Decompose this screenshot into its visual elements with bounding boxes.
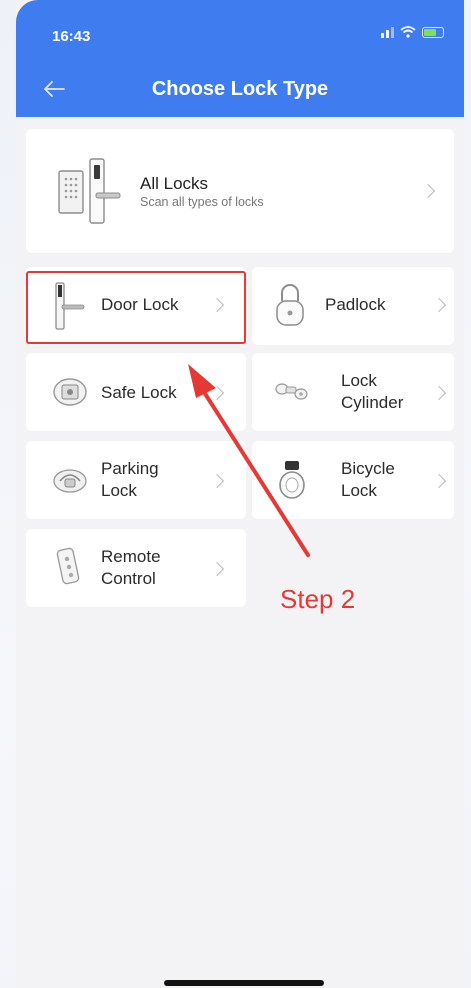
door-lock-card[interactable]: Door Lock [26,267,246,345]
page-title: Choose Lock Type [151,78,329,100]
all-locks-subtitle: Scan all types of locks [140,195,264,209]
step-2-label: Step 2 [280,584,356,614]
wifi-icon [400,26,416,38]
home-indicator [164,980,324,986]
safe-lock-icon [53,378,87,406]
safe-lock-card[interactable]: Safe Lock [26,353,246,431]
remote-control-label: Remote Control [101,547,161,588]
door-lock-icon [55,282,85,330]
parking-lock-label: Parking Lock [101,459,159,500]
all-locks-card[interactable]: All Locks Scan all types of locks [26,129,454,253]
lock-cylinder-card[interactable]: Lock Cylinder [252,353,454,431]
safe-lock-label: Safe Lock [101,383,177,402]
lock-cylinder-label: Lock Cylinder [341,371,404,412]
chevron-right-icon [431,473,447,489]
phone-screen: 16:43 Choose Lock Type All Locks Scan al… [16,0,464,988]
padlock-icon [276,284,304,326]
chevron-right-icon [431,297,447,313]
chevron-right-icon [420,183,436,199]
chevron-right-icon [209,561,225,577]
padlock-label: Padlock [325,295,386,314]
padlock-card[interactable]: Padlock [252,267,454,345]
parking-lock-card[interactable]: Parking Lock [26,441,246,519]
remote-control-card[interactable]: Remote Control [26,529,246,607]
signal-icon [381,26,394,38]
parking-lock-icon [53,469,87,493]
door-lock-label: Door Lock [101,295,179,314]
lock-cylinder-icon [275,383,308,400]
app-header: 16:43 Choose Lock Type [16,0,464,117]
battery-icon [422,26,444,38]
bicycle-lock-icon [279,461,305,499]
chevron-right-icon [431,385,447,401]
status-time: 16:43 [52,28,91,45]
remote-control-icon [56,547,80,585]
bicycle-lock-label: Bicycle Lock [341,459,395,500]
bicycle-lock-card[interactable]: Bicycle Lock [252,441,454,519]
status-icons [381,26,444,38]
chevron-right-icon [209,385,225,401]
chevron-right-icon [209,297,225,313]
all-locks-title: All Locks [140,174,209,193]
smart-lock-icon [58,158,121,224]
chevron-right-icon [209,473,225,489]
